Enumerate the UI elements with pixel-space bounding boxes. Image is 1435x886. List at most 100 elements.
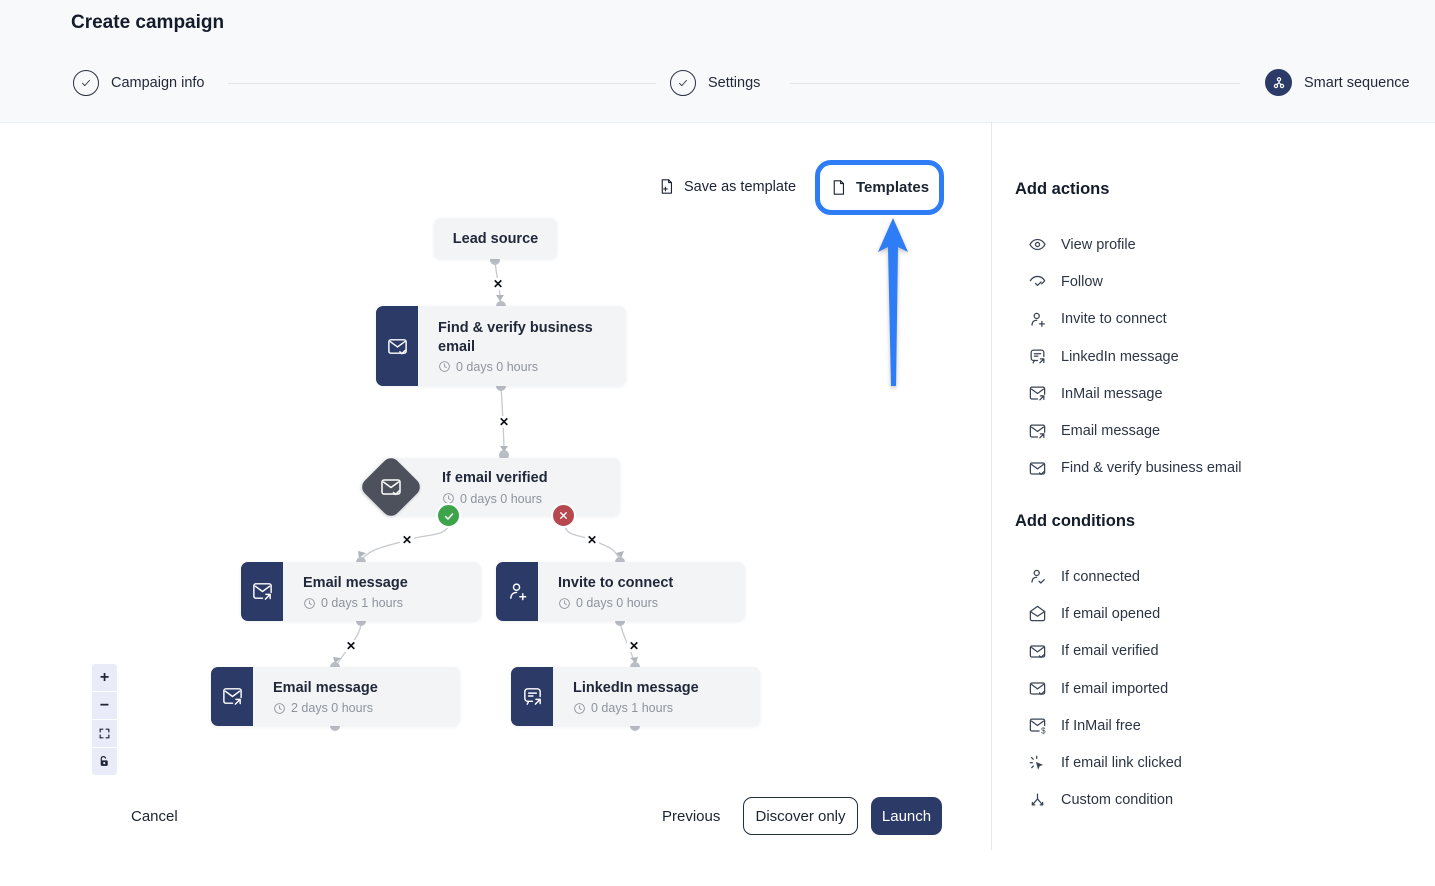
branch-no-x-icon[interactable] — [551, 503, 576, 528]
condition-label: If connected — [1061, 569, 1140, 585]
condition-label: If email link clicked — [1061, 755, 1182, 771]
add-actions-heading: Add actions — [1015, 180, 1109, 199]
svg-text:$: $ — [1041, 727, 1046, 736]
condition-if-email-verified[interactable]: If email verified — [1027, 633, 1182, 670]
page-title: Create campaign — [71, 12, 224, 34]
action-label: Find & verify business email — [1061, 460, 1242, 476]
person-plus-icon — [1027, 310, 1047, 329]
action-label: Invite to connect — [1061, 311, 1167, 327]
remove-connection-icon[interactable]: ✕ — [627, 640, 641, 652]
step-label: Campaign info — [111, 75, 205, 91]
action-label: View profile — [1061, 237, 1136, 253]
branch-yes-check-icon[interactable] — [436, 503, 461, 528]
sequence-circle-icon — [1265, 69, 1292, 96]
condition-if-inmail-free[interactable]: $ If InMail free — [1027, 707, 1182, 744]
node-delay: 0 days 1 hours — [321, 596, 403, 610]
node-delay: 0 days 1 hours — [591, 701, 673, 715]
node-title: Email message — [303, 574, 408, 592]
sidebar-divider — [991, 122, 992, 850]
fork-icon — [1027, 791, 1047, 810]
clock-icon — [303, 597, 316, 610]
remove-connection-icon[interactable]: ✕ — [497, 416, 511, 428]
cancel-button[interactable]: Cancel — [131, 808, 178, 825]
document-plus-icon — [658, 178, 675, 195]
condition-custom[interactable]: Custom condition — [1027, 782, 1182, 819]
envelope-arrow-icon — [1027, 422, 1047, 441]
node-title: If email verified — [442, 469, 548, 487]
person-plus-icon — [496, 562, 538, 621]
step-campaign-info[interactable]: Campaign info — [73, 70, 205, 96]
condition-label: If InMail free — [1061, 718, 1141, 734]
eye-check-icon — [1027, 272, 1047, 291]
clock-icon — [573, 702, 586, 715]
condition-if-email-link-clicked[interactable]: If email link clicked — [1027, 744, 1182, 781]
node-linkedin-message[interactable]: LinkedIn message 0 days 1 hours — [511, 667, 760, 726]
action-linkedin-message[interactable]: LinkedIn message — [1027, 338, 1242, 375]
node-if-email-verified[interactable]: If email verified 0 days 0 hours — [390, 458, 620, 516]
node-invite-to-connect[interactable]: Invite to connect 0 days 0 hours — [496, 562, 745, 621]
minus-icon: − — [100, 697, 109, 715]
zoom-out-button[interactable]: − — [92, 692, 117, 720]
person-check-icon — [1027, 567, 1047, 586]
action-email-message[interactable]: Email message — [1027, 412, 1242, 449]
templates-highlight[interactable]: Templates — [815, 160, 944, 215]
create-campaign-page: Create campaign Campaign info Settings S… — [0, 0, 1435, 886]
node-title: Lead source — [453, 231, 538, 247]
action-label: InMail message — [1061, 386, 1163, 402]
node-lead-source[interactable]: Lead source — [434, 218, 557, 259]
discover-only-button[interactable]: Discover only — [743, 797, 858, 835]
node-find-verify-email[interactable]: Find & verify business email 0 days 0 ho… — [376, 306, 626, 386]
save-as-template-button[interactable]: Save as template — [658, 178, 796, 195]
chat-arrow-icon — [511, 667, 553, 726]
envelope-arrow-icon — [241, 562, 283, 621]
envelope-arrow-icon — [1027, 384, 1047, 403]
chat-arrow-icon — [1027, 347, 1047, 366]
action-invite-to-connect[interactable]: Invite to connect — [1027, 301, 1242, 338]
action-view-profile[interactable]: View profile — [1027, 226, 1242, 263]
zoom-in-button[interactable]: + — [92, 664, 117, 692]
canvas-zoom-controls: + − — [92, 664, 117, 775]
step-smart-sequence[interactable]: Smart sequence — [1265, 69, 1410, 96]
envelope-check-icon — [1027, 642, 1047, 661]
node-delay: 0 days 0 hours — [576, 596, 658, 610]
step-connector — [228, 83, 656, 84]
lock-icon — [98, 755, 111, 768]
remove-connection-icon[interactable]: ✕ — [344, 640, 358, 652]
action-label: LinkedIn message — [1061, 349, 1179, 365]
action-follow[interactable]: Follow — [1027, 263, 1242, 300]
remove-connection-icon[interactable]: ✕ — [400, 534, 414, 546]
condition-label: If email opened — [1061, 606, 1160, 622]
actions-list: View profile Follow Invite to connect Li… — [1027, 226, 1242, 487]
clock-icon — [438, 360, 451, 373]
eye-icon — [1027, 235, 1047, 254]
envelope-check-icon — [376, 306, 418, 386]
node-title: Email message — [273, 679, 378, 697]
templates-button[interactable]: Templates — [830, 179, 929, 196]
condition-if-connected[interactable]: If connected — [1027, 558, 1182, 595]
launch-button[interactable]: Launch — [871, 797, 942, 835]
condition-if-email-imported[interactable]: If email imported — [1027, 670, 1182, 707]
previous-button[interactable]: Previous — [662, 808, 720, 825]
node-title: Invite to connect — [558, 574, 673, 592]
node-email-message-2[interactable]: Email message 2 days 0 hours — [211, 667, 460, 726]
step-settings[interactable]: Settings — [670, 70, 760, 96]
remove-connection-icon[interactable]: ✕ — [491, 278, 505, 290]
clock-icon — [558, 597, 571, 610]
plus-icon: + — [100, 669, 109, 687]
action-label: Follow — [1061, 274, 1103, 290]
templates-label: Templates — [856, 179, 929, 196]
step-label: Smart sequence — [1304, 75, 1410, 91]
condition-if-email-opened[interactable]: If email opened — [1027, 595, 1182, 632]
action-inmail-message[interactable]: InMail message — [1027, 375, 1242, 412]
envelope-dollar-icon: $ — [1027, 716, 1047, 735]
remove-connection-icon[interactable]: ✕ — [585, 534, 599, 546]
node-email-message-1[interactable]: Email message 0 days 1 hours — [241, 562, 481, 621]
lock-button[interactable] — [92, 748, 117, 775]
fit-view-button[interactable] — [92, 720, 117, 748]
add-conditions-heading: Add conditions — [1015, 512, 1135, 531]
action-find-verify-email[interactable]: Find & verify business email — [1027, 450, 1242, 487]
condition-label: If email imported — [1061, 681, 1168, 697]
action-label: Email message — [1061, 423, 1160, 439]
node-delay: 2 days 0 hours — [291, 701, 373, 715]
check-circle-icon — [670, 70, 696, 96]
